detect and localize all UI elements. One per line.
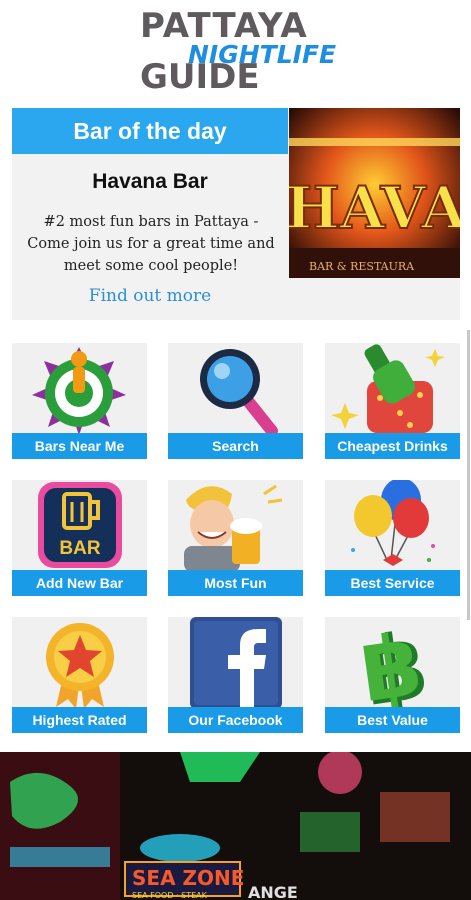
- target-person-icon: [12, 343, 147, 435]
- tile-label: Cheapest Drinks: [325, 433, 460, 459]
- bar-photo: HAVAN BAR & RESTAURA: [289, 108, 460, 278]
- tile-search[interactable]: Search: [168, 343, 303, 459]
- bar-of-the-day-heading: Bar of the day: [12, 108, 288, 154]
- beer-badge-icon: BAR: [12, 480, 147, 572]
- add-bar-badge-text: BAR: [59, 538, 100, 559]
- tile-our-facebook[interactable]: Our Facebook: [168, 617, 303, 733]
- tile-cheapest-drinks[interactable]: Cheapest Drinks: [325, 343, 460, 459]
- tile-best-service[interactable]: Best Service: [325, 478, 460, 596]
- baht-icon: ฿ ฿: [325, 612, 460, 727]
- tile-label: Highest Rated: [12, 707, 147, 733]
- bar-name: Havana Bar: [92, 170, 208, 193]
- tile-most-fun[interactable]: Most Fun: [168, 480, 303, 596]
- tile-label: Bars Near Me: [12, 433, 147, 459]
- banner-partial-text: ANGE: [248, 883, 298, 900]
- tile-label: Our Facebook: [168, 707, 303, 733]
- tile-highest-rated[interactable]: Highest Rated: [12, 617, 147, 733]
- tile-bars-near-me[interactable]: Bars Near Me: [12, 343, 147, 459]
- banner-sign-sub-text: SEA FOOD · STEAK: [132, 891, 208, 900]
- bar-description: #2 most fun bars in Pattaya - Come join …: [27, 214, 275, 274]
- facebook-icon: [168, 617, 303, 709]
- find-out-more-link[interactable]: Find out more: [12, 286, 288, 306]
- nightlife-banner-photo: SEA ZONE SEA FOOD · STEAK ANGE: [0, 752, 471, 900]
- tile-label: Add New Bar: [12, 570, 147, 596]
- magnifier-icon: [168, 343, 303, 437]
- bottle-icon: [325, 343, 460, 435]
- tile-label: Best Value: [325, 707, 460, 733]
- app-logo: PATTAYA NIGHTLIFE GUIDE: [0, 0, 471, 105]
- tile-label: Most Fun: [168, 570, 303, 596]
- bar-of-the-day-card[interactable]: Bar of the day Havana Bar #2 most fun ba…: [12, 108, 460, 320]
- tile-best-value[interactable]: ฿ ฿ Best Value: [325, 612, 460, 733]
- scrollbar[interactable]: [467, 330, 470, 620]
- havana-sign-text: HAVAN: [289, 174, 460, 242]
- tile-label: Best Service: [325, 570, 460, 596]
- tile-add-new-bar[interactable]: BAR Add New Bar: [12, 480, 147, 596]
- havana-sub-text: BAR & RESTAURA: [309, 260, 415, 273]
- balloons-icon: [325, 478, 460, 572]
- logo-text-guide: GUIDE: [140, 57, 260, 97]
- banner-sign-text: SEA ZONE: [132, 866, 244, 890]
- party-man-icon: [168, 480, 303, 572]
- star-medal-icon: [12, 617, 147, 709]
- tile-label: Search: [168, 433, 303, 459]
